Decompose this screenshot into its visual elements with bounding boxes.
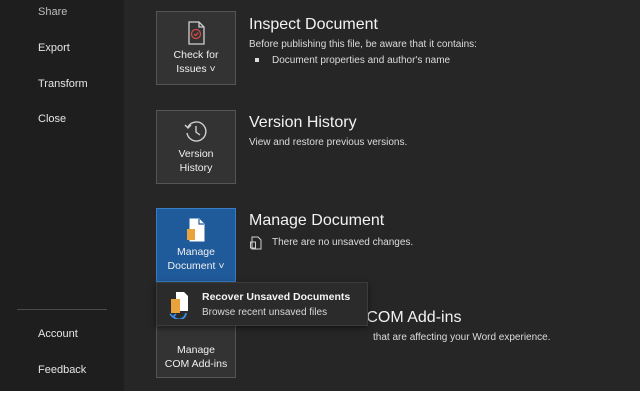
version-history-label: Version History — [178, 148, 214, 174]
backstage-view: Share Export Transform Close Account Fee… — [0, 0, 640, 391]
manage-document-description: There are no unsaved changes. — [272, 237, 414, 248]
version-history-title: Version History — [249, 114, 357, 131]
sidebar-item-share[interactable]: Share — [38, 6, 67, 18]
check-document-icon — [184, 20, 208, 46]
backstage-sidebar: Share Export Transform Close Account Fee… — [0, 0, 124, 391]
check-for-issues-label: Check for Issues ˅ — [173, 49, 219, 75]
inspect-document-description: Before publishing this file, be aware th… — [249, 39, 477, 50]
com-addins-title: d COM Add-ins — [353, 309, 462, 326]
manage-com-addins-label: Manage COM Add-ins — [164, 344, 228, 370]
manage-document-button[interactable]: Manage Document ˅ — [156, 208, 236, 282]
document-icon — [184, 217, 208, 243]
inspect-document-title: Inspect Document — [249, 16, 378, 33]
sidebar-item-close[interactable]: Close — [38, 113, 66, 125]
sidebar-item-account[interactable]: Account — [38, 328, 78, 340]
sidebar-item-feedback[interactable]: Feedback — [38, 364, 86, 376]
recover-documents-icon — [167, 289, 195, 324]
recover-unsaved-documents-subtitle: Browse recent unsaved files — [202, 307, 328, 318]
manage-document-label: Manage Document ˅ — [167, 246, 225, 272]
check-for-issues-button[interactable]: Check for Issues ˅ — [156, 11, 236, 85]
sidebar-item-export[interactable]: Export — [38, 42, 70, 54]
sidebar-item-transform[interactable]: Transform — [38, 78, 88, 90]
version-history-description: View and restore previous versions. — [249, 137, 408, 148]
document-small-icon — [250, 236, 262, 255]
clock-history-icon — [183, 119, 209, 145]
sidebar-divider — [17, 309, 107, 310]
recover-unsaved-documents-title: Recover Unsaved Documents — [202, 291, 351, 303]
recover-unsaved-documents-menu-item[interactable]: Recover Unsaved Documents Browse recent … — [156, 282, 368, 326]
inspect-bullet-text: Document properties and author's name — [272, 55, 451, 66]
manage-com-addins-button[interactable]: Manage COM Add-ins — [156, 320, 236, 378]
com-addins-description-obscured — [249, 333, 369, 341]
manage-document-title: Manage Document — [249, 212, 385, 229]
version-history-button[interactable]: Version History — [156, 110, 236, 184]
com-addins-description: that are affecting your Word experience. — [373, 332, 551, 343]
bullet-icon — [255, 58, 259, 62]
